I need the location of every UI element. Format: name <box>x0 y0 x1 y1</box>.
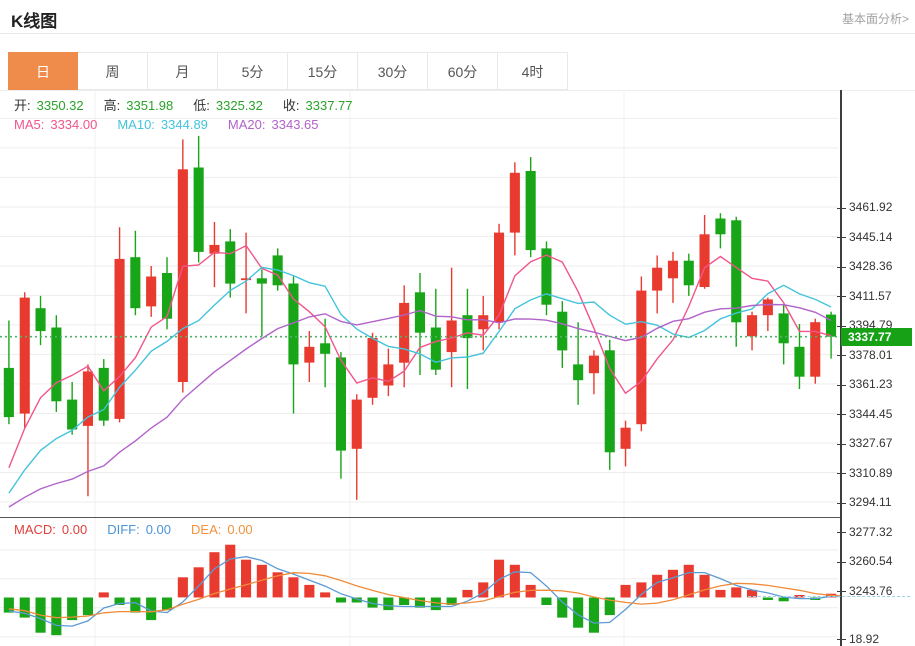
price-tick-label: 3327.67 <box>849 436 892 450</box>
price-tick-label: 3461.92 <box>849 200 892 214</box>
legend-macd-value-2: 0.00 <box>227 522 252 537</box>
legend-ma-value-2: 3343.65 <box>272 117 319 132</box>
tab-period-7[interactable]: 4时 <box>498 52 568 90</box>
legend-macd-value-0: 0.00 <box>62 522 87 537</box>
ohlc-legend: 开: 3350.32 高: 3351.98 低: 3325.32 收: 3337.77 <box>14 95 373 114</box>
price-tick-label: 3277.32 <box>849 525 892 539</box>
legend-macd-value-1: 0.00 <box>146 522 171 537</box>
price-tick <box>837 267 846 268</box>
price-tick-label: 3294.11 <box>849 495 892 509</box>
price-tick <box>837 208 846 209</box>
legend-ma-label-2: MA20: <box>228 117 266 132</box>
legend-macd-label-1: DIFF: <box>107 522 140 537</box>
price-tick <box>837 237 846 238</box>
legend-ohlc-value-0: 3350.32 <box>37 98 84 113</box>
tab-period-2[interactable]: 月 <box>148 52 218 90</box>
legend-ohlc-value-2: 3325.32 <box>216 98 263 113</box>
legend-ohlc-value-1: 3351.98 <box>126 98 173 113</box>
price-tick-label: 3428.36 <box>849 259 892 273</box>
tab-period-0[interactable]: 日 <box>8 52 78 90</box>
price-tick <box>837 414 846 415</box>
title-bar: K线图 基本面分析> <box>0 0 915 34</box>
price-tick <box>837 296 846 297</box>
legend-ohlc-label-2: 低: <box>193 98 210 113</box>
tab-period-6[interactable]: 60分 <box>428 52 498 90</box>
price-tick <box>837 444 846 445</box>
macd-canvas[interactable] <box>0 518 841 646</box>
tab-period-1[interactable]: 周 <box>78 52 148 90</box>
price-tick-label: 3344.45 <box>849 407 892 421</box>
price-tick-label: 3411.57 <box>849 289 892 303</box>
fundamental-analysis-link[interactable]: 基本面分析> <box>842 10 909 27</box>
price-tick-label: 3310.89 <box>849 466 892 480</box>
legend-ma-label-1: MA10: <box>117 117 155 132</box>
legend-ohlc-label-3: 收: <box>283 98 300 113</box>
tab-period-4[interactable]: 15分 <box>288 52 358 90</box>
kline-app-window: K线图 基本面分析> 日周月5分15分30分60分4时 开: 3350.32 高: 3… <box>0 0 915 646</box>
legend-macd-label-2: DEA: <box>191 522 221 537</box>
macd-current-dashed-line <box>748 596 910 597</box>
price-tick-label: 3445.14 <box>849 230 892 244</box>
price-tick <box>837 355 846 356</box>
legend-ma-value-0: 3334.00 <box>50 117 97 132</box>
price-tick <box>837 591 846 592</box>
chart-area: 开: 3350.32 高: 3351.98 低: 3325.32 收: 3337.77 MA5… <box>0 90 915 646</box>
current-price-badge: 3337.77 <box>841 328 912 346</box>
price-tick-label: 3378.01 <box>849 348 892 362</box>
price-tick <box>837 532 846 533</box>
legend-ohlc-label-1: 高: <box>104 98 121 113</box>
legend-ma-value-1: 3344.89 <box>161 117 208 132</box>
ma-legend: MA5: 3334.00 MA10: 3344.89 MA20: 3343.65 <box>14 117 339 132</box>
tab-period-5[interactable]: 30分 <box>358 52 428 90</box>
macd-legend: MACD: 0.00 DIFF: 0.00 DEA: 0.00 <box>14 522 273 537</box>
macd-tick <box>837 639 846 640</box>
legend-macd-label-0: MACD: <box>14 522 56 537</box>
page-title: K线图 <box>11 7 57 32</box>
price-tick <box>837 473 846 474</box>
legend-ohlc-label-0: 开: <box>14 98 31 113</box>
price-tick-label: 3260.54 <box>849 554 892 568</box>
panel-divider <box>0 517 841 518</box>
legend-ma-label-0: MA5: <box>14 117 44 132</box>
price-tick-label: 3361.23 <box>849 377 892 391</box>
tab-period-3[interactable]: 5分 <box>218 52 288 90</box>
period-tab-bar: 日周月5分15分30分60分4时 <box>8 52 568 90</box>
price-tick <box>837 503 846 504</box>
price-tick <box>837 385 846 386</box>
main-candlestick-canvas[interactable] <box>0 90 841 517</box>
macd-tick-label: 18.92 <box>849 632 879 646</box>
legend-ohlc-value-3: 3337.77 <box>306 98 353 113</box>
price-tick <box>837 562 846 563</box>
